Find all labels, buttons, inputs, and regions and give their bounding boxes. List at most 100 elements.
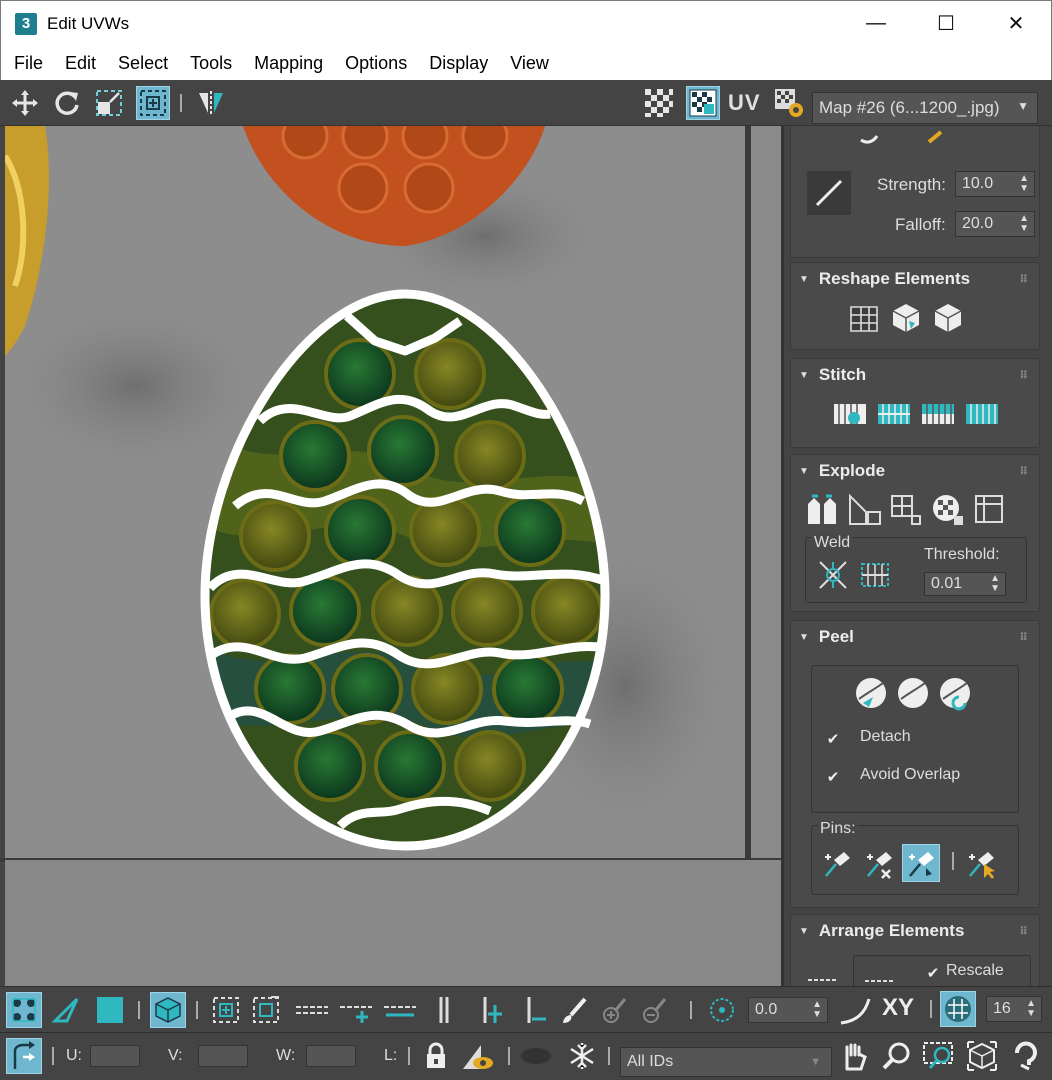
straighten-icon[interactable] bbox=[845, 299, 883, 337]
brush-icon[interactable] bbox=[919, 126, 957, 155]
paint-select-icon[interactable] bbox=[556, 992, 592, 1028]
help-icon[interactable] bbox=[1008, 1038, 1044, 1074]
detach-checkbox[interactable]: ✔ bbox=[824, 730, 842, 748]
collapse-arrow-icon: ▼ bbox=[799, 465, 809, 477]
checker-icon[interactable] bbox=[642, 86, 676, 120]
angle-snap-icon[interactable] bbox=[704, 992, 740, 1028]
uv-viewport[interactable] bbox=[5, 126, 745, 860]
rescale-checkbox[interactable]: ✔ bbox=[924, 964, 942, 982]
close-button[interactable]: ✕ bbox=[981, 1, 1051, 47]
maximize-button[interactable]: ☐ bbox=[911, 1, 981, 47]
mirror-icon[interactable] bbox=[194, 86, 228, 120]
menu-options[interactable]: Options bbox=[334, 53, 418, 74]
pan-hand-icon[interactable] bbox=[836, 1038, 872, 1074]
rotate-icon[interactable] bbox=[50, 86, 84, 120]
falloff-spinner[interactable]: 20.0 ▲ ▼ bbox=[955, 211, 1035, 237]
shrink-ring-icon[interactable] bbox=[516, 992, 552, 1028]
explode-header[interactable]: ▼ Explode ⠿ bbox=[791, 455, 1039, 487]
auto-pin-icon[interactable] bbox=[902, 844, 940, 882]
vertex-select-icon[interactable] bbox=[6, 992, 42, 1028]
edge-select-icon[interactable] bbox=[48, 992, 84, 1028]
zoom-icon[interactable] bbox=[878, 1038, 914, 1074]
grow-ring-icon[interactable] bbox=[472, 992, 508, 1028]
grid-snap-icon[interactable] bbox=[940, 991, 976, 1027]
reshape-elements-rollout: ▼ Reshape Elements ⠿ bbox=[790, 262, 1040, 350]
threshold-spinner[interactable]: 0.01 ▲ ▼ bbox=[924, 572, 1006, 596]
edit-pins-icon[interactable] bbox=[818, 844, 856, 882]
grow-loop-icon[interactable] bbox=[338, 992, 374, 1028]
unhide-icon[interactable] bbox=[518, 1038, 554, 1074]
pack-custom-icon[interactable] bbox=[803, 957, 841, 986]
zoom-extents-icon[interactable] bbox=[964, 1038, 1000, 1074]
reset-peel-icon[interactable] bbox=[936, 674, 974, 712]
relax-icon[interactable] bbox=[887, 299, 925, 337]
stitch-average-icon[interactable] bbox=[919, 395, 957, 433]
hide-icon[interactable] bbox=[460, 1038, 496, 1074]
delete-pins-icon[interactable] bbox=[860, 844, 898, 882]
paint-select-icon[interactable] bbox=[853, 126, 891, 155]
scale-icon[interactable] bbox=[92, 86, 126, 120]
menu-tools[interactable]: Tools bbox=[179, 53, 243, 74]
select-pins-icon[interactable] bbox=[962, 844, 1000, 882]
edge-ring-icon[interactable] bbox=[426, 992, 462, 1028]
shrink-loop-icon[interactable] bbox=[382, 992, 418, 1028]
window-title: Edit UVWs bbox=[47, 13, 130, 33]
stitch-custom-icon[interactable] bbox=[831, 395, 869, 433]
material-id-select[interactable]: All IDs ▼ bbox=[620, 1047, 832, 1077]
lock-icon[interactable] bbox=[418, 1038, 454, 1074]
soft-falloff-icon[interactable] bbox=[838, 992, 874, 1028]
element-select-icon[interactable] bbox=[150, 992, 186, 1028]
absolute-relative-toggle-icon[interactable] bbox=[6, 1038, 42, 1074]
pins-group: Pins: bbox=[811, 820, 1019, 895]
strength-spinner[interactable]: 10.0 ▲ ▼ bbox=[955, 171, 1035, 197]
menu-display[interactable]: Display bbox=[418, 53, 499, 74]
map-select[interactable]: Map #26 (6...1200_.jpg) ▼ bbox=[812, 92, 1038, 124]
shrink-brush-icon[interactable] bbox=[636, 992, 672, 1028]
u-field[interactable] bbox=[90, 1045, 140, 1067]
menu-edit[interactable]: Edit bbox=[54, 53, 107, 74]
arrange-elements-header[interactable]: ▼ Arrange Elements ⠿ bbox=[791, 915, 1039, 947]
edge-loop-icon[interactable] bbox=[294, 992, 330, 1028]
enlarge-brush-icon[interactable] bbox=[596, 992, 632, 1028]
split-by-polygon-icon[interactable] bbox=[887, 491, 925, 529]
stitch-header[interactable]: ▼ Stitch ⠿ bbox=[791, 359, 1039, 391]
freeform-icon[interactable] bbox=[136, 86, 170, 120]
pack-normalize-icon[interactable] bbox=[860, 958, 898, 986]
relax-cube-icon[interactable] bbox=[929, 299, 967, 337]
menu-select[interactable]: Select bbox=[107, 53, 179, 74]
reshape-elements-header[interactable]: ▼ Reshape Elements ⠿ bbox=[791, 263, 1039, 295]
grow-selection-icon[interactable] bbox=[208, 992, 244, 1028]
grid-spinner[interactable]: 16 ▲ ▼ bbox=[986, 996, 1042, 1022]
w-field[interactable] bbox=[306, 1045, 356, 1067]
polygon-select-icon[interactable] bbox=[92, 992, 128, 1028]
avoid-overlap-checkbox[interactable]: ✔ bbox=[824, 768, 842, 786]
flatten-icon[interactable] bbox=[971, 491, 1009, 529]
freeze-icon[interactable] bbox=[564, 1038, 600, 1074]
peel-mode-icon[interactable] bbox=[894, 674, 932, 712]
checker-texture-icon[interactable] bbox=[686, 86, 720, 120]
quick-peel-icon[interactable] bbox=[852, 674, 890, 712]
stitch-to-target-icon[interactable] bbox=[963, 395, 1001, 433]
falloff-curve-icon[interactable] bbox=[807, 171, 851, 215]
uv-label[interactable]: UV bbox=[728, 90, 761, 116]
move-icon[interactable] bbox=[8, 86, 42, 120]
weld-selected-icon[interactable] bbox=[814, 556, 852, 594]
stitch-to-source-icon[interactable] bbox=[875, 395, 913, 433]
menu-file[interactable]: File bbox=[3, 53, 54, 74]
xy-coordinate-toggle[interactable]: XY bbox=[882, 994, 914, 1022]
zoom-region-icon[interactable] bbox=[920, 1038, 956, 1074]
texture-settings-icon[interactable] bbox=[772, 86, 806, 120]
minimize-button[interactable]: — bbox=[841, 1, 911, 47]
v-field[interactable] bbox=[198, 1045, 248, 1067]
shrink-selection-icon[interactable] bbox=[248, 992, 284, 1028]
viewport-lower-area[interactable] bbox=[5, 860, 781, 986]
weld-target-icon[interactable] bbox=[856, 556, 894, 594]
menu-mapping[interactable]: Mapping bbox=[243, 53, 334, 74]
angle-spinner[interactable]: 0.0 ▲ ▼ bbox=[748, 997, 828, 1023]
collapse-arrow-icon: ▼ bbox=[799, 925, 809, 937]
menu-view[interactable]: View bbox=[499, 53, 560, 74]
peel-header[interactable]: ▼ Peel ⠿ bbox=[791, 621, 1039, 653]
split-by-angle-icon[interactable] bbox=[845, 491, 883, 529]
split-by-smoothing-icon[interactable] bbox=[929, 491, 967, 529]
break-icon[interactable] bbox=[803, 491, 841, 529]
